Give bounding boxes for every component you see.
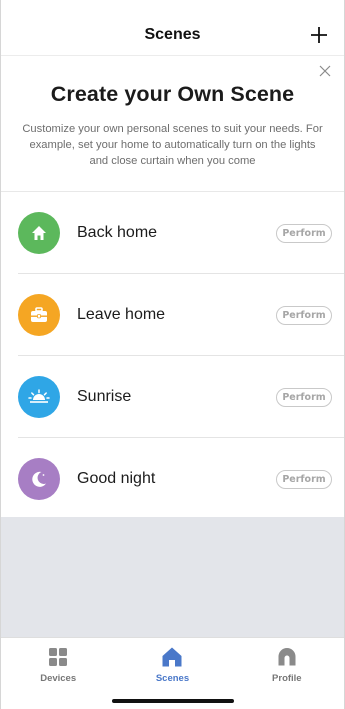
scene-label: Leave home: [77, 306, 166, 323]
plus-icon: [311, 26, 327, 43]
empty-area: [1, 517, 344, 637]
tab-profile[interactable]: Profile: [230, 638, 344, 709]
banner-description: Customize your own personal scenes to su…: [22, 123, 323, 167]
house-icon: [161, 646, 183, 668]
tab-label: Devices: [40, 673, 77, 684]
grid-icon: [47, 646, 69, 668]
sunrise-icon: [18, 376, 60, 418]
tab-label: Profile: [272, 673, 302, 684]
scene-label: Back home: [77, 224, 158, 241]
tab-devices[interactable]: Devices: [1, 638, 115, 709]
status-bar: [1, 0, 344, 14]
scene-label: Sunrise: [77, 388, 132, 405]
add-scene-button[interactable]: [308, 24, 330, 46]
home-indicator: [111, 699, 234, 703]
profile-icon: [276, 646, 298, 668]
nav-bar: Scenes: [1, 14, 344, 56]
moon-icon: [18, 458, 60, 500]
scene-row-leave-home[interactable]: Leave home Perform: [1, 274, 344, 356]
perform-button[interactable]: Perform: [276, 305, 332, 325]
scene-row-back-home[interactable]: Back home Perform: [1, 192, 344, 274]
perform-button[interactable]: Perform: [276, 469, 332, 489]
tab-label: Scenes: [155, 673, 190, 684]
briefcase-icon: [18, 294, 60, 336]
page-title: Scenes: [144, 25, 201, 43]
house-icon: [18, 212, 60, 254]
banner-close-button[interactable]: [316, 62, 334, 80]
scene-row-good-night[interactable]: Good night Perform: [1, 438, 344, 520]
close-icon: [319, 65, 331, 77]
banner-title: Create your Own Scene: [50, 82, 295, 106]
scene-list: Back home Perform Leave home Perform Sun…: [1, 192, 344, 520]
perform-button[interactable]: Perform: [276, 387, 332, 407]
create-scene-banner: Create your Own Scene Customize your own…: [1, 56, 344, 192]
scene-row-sunrise[interactable]: Sunrise Perform: [1, 356, 344, 438]
perform-button[interactable]: Perform: [276, 223, 332, 243]
scene-label: Good night: [77, 470, 156, 487]
